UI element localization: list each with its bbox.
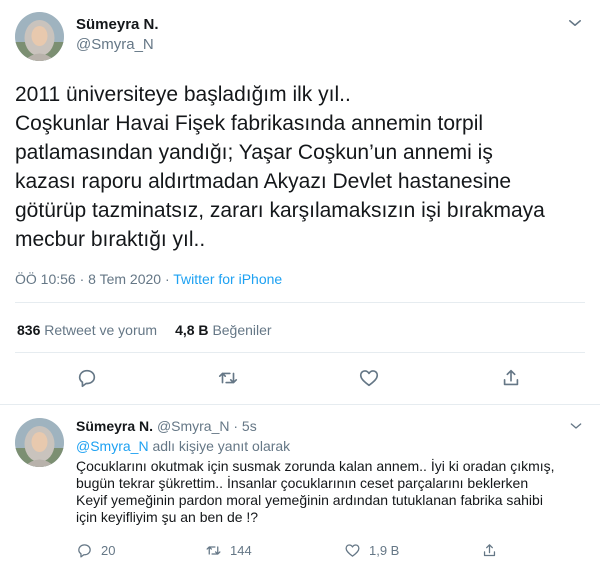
retweets-count: 836 <box>17 322 41 338</box>
tweet-actions <box>0 367 600 391</box>
tweet-text-line: için keyifliyim şu an ben de !? <box>76 509 259 525</box>
tweet-stats: 836 Retweet ve yorum 4,8 B Beğeniler <box>17 322 272 338</box>
main-tweet: Sümeyra N. @Smyra_N 2011 üniversiteye ba… <box>0 0 600 405</box>
reply-header: Sümeyra N. @Smyra_N · 5s <box>76 418 257 434</box>
author-handle[interactable]: @Smyra_N · 5s <box>157 418 257 434</box>
tweet-text-line: bugün tekrar şükrettim.. İnsanlar çocukl… <box>76 475 529 491</box>
tweet-text-line: patlamasından yandığı; Yaşar Coşkun’un a… <box>15 141 493 164</box>
replying-to: @Smyra_N adlı kişiye yanıt olarak <box>76 438 290 454</box>
reply-tweet[interactable]: Sümeyra N. @Smyra_N · 5s @Smyra_N adlı k… <box>0 406 600 566</box>
reply-actions: 20 144 1,9 B <box>0 542 600 560</box>
avatar[interactable] <box>15 12 64 61</box>
tweet-text-line: kazası raporu aldırtmadan Akyazı Devlet … <box>15 170 512 193</box>
tweet-text-line: Çocuklarını okutmak için susmak zorunda … <box>76 458 555 474</box>
like-count: 1,9 B <box>369 543 400 558</box>
tweet-source-link[interactable]: Twitter for iPhone <box>173 271 282 287</box>
replying-label: adlı kişiye yanıt olarak <box>148 438 291 454</box>
reply-button[interactable]: 20 <box>76 542 115 559</box>
tweet-text-line: Keyif yemeğinin pardon moral yemeğinin a… <box>76 492 543 508</box>
tweet-text-line: mecbur bıraktığı yıl.. <box>15 228 206 251</box>
mention-link[interactable]: @Smyra_N <box>76 438 149 454</box>
likes-stat[interactable]: 4,8 B Beğeniler <box>175 322 272 338</box>
divider <box>15 302 585 303</box>
author-name[interactable]: Sümeyra N. <box>76 418 153 434</box>
share-icon <box>481 542 498 559</box>
retweets-label: Retweet ve yorum <box>44 322 158 338</box>
retweet-icon[interactable] <box>217 367 239 389</box>
avatar[interactable] <box>15 418 64 467</box>
reply-icon[interactable] <box>76 367 98 389</box>
chevron-down-icon[interactable] <box>566 14 584 32</box>
tweet-timestamp[interactable]: ÖÖ 10:56 · 8 Tem 2020 · <box>15 271 173 287</box>
tweet-text-line: 2011 üniversiteye başladığım ilk yıl.. <box>15 83 351 106</box>
like-button[interactable]: 1,9 B <box>344 542 399 559</box>
tweet-text-line: Coşkunlar Havai Fişek fabrikasında annem… <box>15 112 484 135</box>
heart-icon[interactable] <box>358 367 380 389</box>
reply-icon <box>76 542 93 559</box>
retweet-button[interactable]: 144 <box>205 542 252 559</box>
divider <box>15 352 585 353</box>
share-icon[interactable] <box>500 367 522 389</box>
tweet-text: 2011 üniversiteye başladığım ilk yıl.. C… <box>15 80 585 254</box>
likes-count: 4,8 B <box>175 322 209 338</box>
reply-count: 20 <box>101 543 116 558</box>
chevron-down-icon[interactable] <box>568 418 584 434</box>
retweets-stat[interactable]: 836 Retweet ve yorum <box>17 322 157 338</box>
share-button[interactable] <box>481 542 498 559</box>
author-name[interactable]: Sümeyra N. <box>76 16 159 33</box>
likes-label: Beğeniler <box>212 322 272 338</box>
tweet-text-line: götürüp tazminatsız, zararı karşılamaksı… <box>15 199 545 222</box>
tweet-meta: ÖÖ 10:56 · 8 Tem 2020 · Twitter for iPho… <box>15 271 282 287</box>
retweet-icon <box>205 542 222 559</box>
tweet-text: Çocuklarını okutmak için susmak zorunda … <box>76 458 586 526</box>
heart-icon <box>344 542 361 559</box>
author-handle[interactable]: @Smyra_N <box>76 36 154 53</box>
retweet-count: 144 <box>230 543 252 558</box>
